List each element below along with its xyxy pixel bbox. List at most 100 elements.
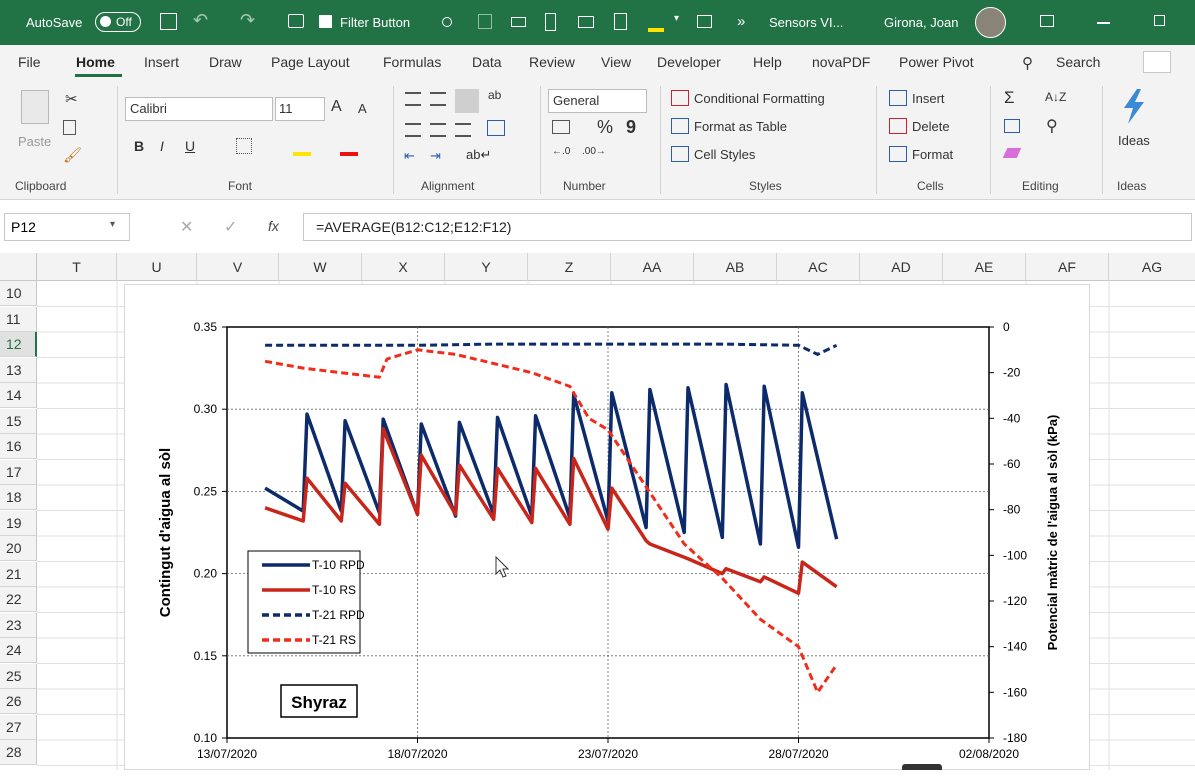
bold-button[interactable]: B (134, 138, 144, 154)
column-header[interactable]: V (197, 253, 279, 281)
column-header[interactable]: AE (943, 253, 1026, 281)
column-header[interactable]: T (37, 253, 117, 281)
row-header[interactable]: 15 (0, 408, 37, 434)
column-header[interactable]: AF (1026, 253, 1109, 281)
align-icon[interactable] (478, 14, 492, 29)
doc-icon[interactable] (614, 13, 627, 30)
tab-data[interactable]: Data (472, 54, 502, 70)
font-color-icon[interactable] (340, 152, 358, 156)
align-top-icon[interactable] (405, 92, 421, 106)
name-box-dropdown-icon[interactable]: ▾ (110, 219, 115, 230)
row-header[interactable]: 18 (0, 485, 37, 510)
row-header[interactable]: 11 (0, 306, 37, 332)
shape-icon[interactable] (697, 15, 712, 28)
rect-icon[interactable] (511, 17, 526, 27)
user-name[interactable]: Girona, Joan (884, 15, 958, 30)
find-icon[interactable]: ⚲ (1046, 116, 1058, 136)
column-header[interactable]: W (279, 253, 362, 281)
column-header[interactable]: U (117, 253, 197, 281)
format-as-table-icon[interactable] (671, 118, 689, 134)
restore-icon[interactable] (1154, 15, 1165, 26)
column-header[interactable]: X (362, 253, 445, 281)
borders-icon[interactable] (236, 138, 252, 154)
row-header[interactable]: 10 (0, 281, 37, 306)
tab-page-layout[interactable]: Page Layout (271, 54, 350, 70)
tab-developer[interactable]: Developer (657, 54, 721, 70)
undo-icon[interactable]: ↶ (193, 10, 208, 31)
ideas-button[interactable]: Ideas (1118, 133, 1150, 148)
column-header[interactable]: AG (1109, 253, 1195, 281)
split-icon[interactable] (545, 13, 556, 31)
tab-formulas[interactable]: Formulas (383, 54, 441, 70)
chart-svg[interactable]: 0.10 0.15 0.20 0.25 0.30 0.35 0 -20 -40 -60 -80 -10… (125, 285, 1091, 771)
percent-button[interactable]: % (597, 117, 613, 138)
tab-insert[interactable]: Insert (144, 54, 179, 70)
align-center-icon[interactable] (430, 123, 446, 137)
row-header[interactable]: 27 (0, 714, 37, 740)
row-header[interactable]: 13 (0, 357, 37, 383)
row-header[interactable]: 28 (0, 740, 37, 765)
currency-icon[interactable] (552, 120, 570, 134)
tab-draw[interactable]: Draw (209, 54, 242, 70)
row-header[interactable]: 26 (0, 689, 37, 714)
tab-help[interactable]: Help (753, 54, 782, 70)
print-icon[interactable] (288, 14, 304, 28)
tab-power-pivot[interactable]: Power Pivot (899, 54, 974, 70)
fill-color-icon[interactable] (648, 28, 664, 32)
row-header[interactable]: 21 (0, 561, 37, 587)
window-icon[interactable] (578, 16, 594, 28)
sort-filter-icon[interactable]: A↓Z (1045, 90, 1066, 104)
row-header[interactable]: 19 (0, 510, 37, 536)
select-all-corner[interactable] (0, 253, 37, 281)
column-header[interactable]: AB (694, 253, 777, 281)
conditional-formatting-icon[interactable] (671, 90, 689, 106)
save-icon[interactable] (160, 13, 177, 30)
tab-view[interactable]: View (601, 54, 631, 70)
row-header[interactable]: 22 (0, 587, 37, 612)
ideas-icon[interactable] (1119, 88, 1149, 126)
format-cells-icon[interactable] (889, 146, 907, 162)
row-header[interactable]: 23 (0, 612, 37, 638)
paste-label[interactable]: Paste (18, 134, 51, 149)
search-label[interactable]: Search (1056, 54, 1100, 70)
tab-file[interactable]: File (18, 54, 41, 70)
row-header[interactable]: 25 (0, 663, 37, 689)
autosave-toggle[interactable]: Off (95, 12, 141, 32)
column-header[interactable]: AA (611, 253, 694, 281)
autosum-icon[interactable]: Σ (1004, 88, 1015, 108)
row-header[interactable]: 20 (0, 536, 37, 561)
tab-home[interactable]: Home (76, 54, 115, 70)
merge-icon[interactable] (487, 120, 505, 136)
row-header[interactable]: 16 (0, 434, 37, 459)
decrease-decimal-icon[interactable]: .00→ (582, 146, 606, 157)
redo-icon[interactable]: ↷ (240, 10, 255, 31)
radio-icon[interactable] (442, 17, 452, 27)
tab-review[interactable]: Review (529, 54, 575, 70)
conditional-formatting-button[interactable]: Conditional Formatting (694, 91, 825, 106)
insert-function-icon[interactable]: fx (268, 218, 279, 234)
clear-icon[interactable] (1002, 148, 1022, 158)
column-header[interactable]: Z (528, 253, 611, 281)
fill-color-icon[interactable] (293, 152, 311, 156)
decrease-indent-icon[interactable]: ⇤ (404, 148, 415, 164)
filter-checkbox-icon[interactable] (319, 15, 332, 28)
tab-novapdf[interactable]: novaPDF (812, 54, 870, 70)
share-icon[interactable] (1143, 51, 1171, 73)
delete-cells-icon[interactable] (889, 118, 907, 134)
fill-dropdown-icon[interactable]: ▾ (674, 13, 679, 24)
align-left-icon[interactable] (405, 123, 421, 137)
avatar[interactable] (975, 7, 1006, 38)
grow-font-button[interactable]: A (331, 98, 342, 116)
column-header[interactable]: AD (860, 253, 943, 281)
enter-icon[interactable]: ✓ (224, 217, 237, 237)
row-header[interactable]: 14 (0, 383, 37, 408)
wrap-text-icon[interactable]: ab↵ (466, 147, 491, 163)
align-right-icon[interactable] (455, 123, 471, 137)
delete-cells-button[interactable]: Delete (912, 119, 950, 134)
align-bottom-icon[interactable] (455, 89, 479, 113)
insert-cells-button[interactable]: Insert (912, 91, 945, 106)
minimize-icon[interactable] (1097, 22, 1110, 24)
increase-decimal-icon[interactable]: ←.0 (552, 146, 570, 157)
format-as-table-button[interactable]: Format as Table (694, 119, 787, 134)
format-cells-button[interactable]: Format (912, 147, 953, 162)
